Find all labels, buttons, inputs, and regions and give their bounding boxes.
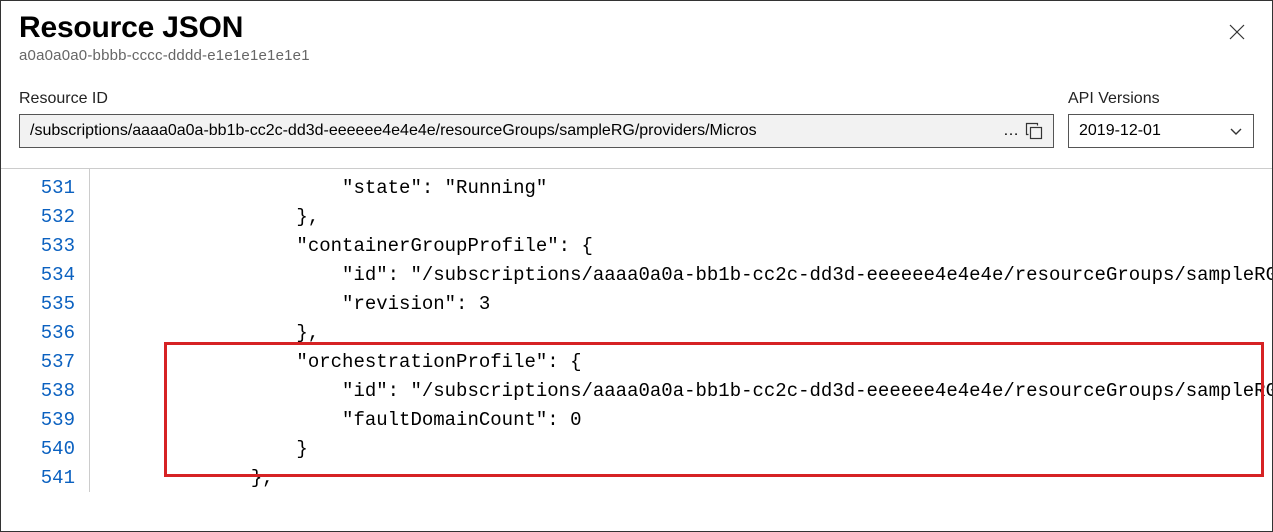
close-icon bbox=[1228, 23, 1246, 41]
code-line: 533 "containerGroupProfile": { bbox=[1, 231, 1272, 260]
line-number: 538 bbox=[1, 380, 89, 402]
code-line: 538 "id": "/subscriptions/aaaa0a0a-bb1b-… bbox=[1, 376, 1272, 405]
code-text: "revision": 3 bbox=[114, 293, 1272, 315]
code-line: 536 }, bbox=[1, 318, 1272, 347]
line-number: 536 bbox=[1, 322, 89, 344]
code-line: 537 "orchestrationProfile": { bbox=[1, 347, 1272, 376]
code-line: 539 "faultDomainCount": 0 bbox=[1, 405, 1272, 434]
resource-id-label: Resource ID bbox=[19, 90, 1054, 108]
line-number: 535 bbox=[1, 293, 89, 315]
api-versions-label: API Versions bbox=[1068, 90, 1254, 108]
code-line: 531 "state": "Running" bbox=[1, 173, 1272, 202]
resource-id-field: Resource ID /subscriptions/aaaa0a0a-bb1b… bbox=[19, 90, 1054, 148]
line-number: 541 bbox=[1, 467, 89, 489]
code-line: 532 }, bbox=[1, 202, 1272, 231]
code-text: "orchestrationProfile": { bbox=[114, 351, 1272, 373]
code-text: "containerGroupProfile": { bbox=[114, 235, 1272, 257]
resource-id-value: /subscriptions/aaaa0a0a-bb1b-cc2c-dd3d-e… bbox=[30, 122, 999, 140]
page-title: Resource JSON bbox=[19, 11, 1254, 45]
code-text: "id": "/subscriptions/aaaa0a0a-bb1b-cc2c… bbox=[114, 380, 1272, 402]
line-number: 533 bbox=[1, 235, 89, 257]
resource-id-input[interactable]: /subscriptions/aaaa0a0a-bb1b-cc2c-dd3d-e… bbox=[19, 114, 1054, 148]
line-number: 532 bbox=[1, 206, 89, 228]
code-viewer[interactable]: 531 "state": "Running"532 },533 "contain… bbox=[1, 168, 1272, 492]
code-text: "id": "/subscriptions/aaaa0a0a-bb1b-cc2c… bbox=[114, 264, 1272, 286]
copy-icon bbox=[1025, 122, 1043, 140]
close-button[interactable] bbox=[1224, 19, 1250, 45]
code-text: }, bbox=[114, 206, 1272, 228]
code-line: 541 }, bbox=[1, 463, 1272, 492]
code-line: 534 "id": "/subscriptions/aaaa0a0a-bb1b-… bbox=[1, 260, 1272, 289]
code-text: } bbox=[114, 438, 1272, 460]
code-text: }, bbox=[114, 467, 1272, 489]
line-number: 531 bbox=[1, 177, 89, 199]
api-versions-field: API Versions 2019-12-01 bbox=[1068, 90, 1254, 148]
chevron-down-icon bbox=[1229, 124, 1243, 138]
line-number: 534 bbox=[1, 264, 89, 286]
api-versions-select[interactable]: 2019-12-01 bbox=[1068, 114, 1254, 148]
line-number: 537 bbox=[1, 351, 89, 373]
api-versions-value: 2019-12-01 bbox=[1079, 122, 1161, 140]
truncated-ellipsis: … bbox=[1003, 122, 1019, 140]
code-text: "faultDomainCount": 0 bbox=[114, 409, 1272, 431]
copy-button[interactable] bbox=[1025, 122, 1043, 140]
subscription-id-subtitle: a0a0a0a0-bbbb-cccc-dddd-e1e1e1e1e1e1 bbox=[19, 47, 1254, 64]
code-line: 535 "revision": 3 bbox=[1, 289, 1272, 318]
code-text: }, bbox=[114, 322, 1272, 344]
panel-header: Resource JSON a0a0a0a0-bbbb-cccc-dddd-e1… bbox=[1, 1, 1272, 72]
line-number: 539 bbox=[1, 409, 89, 431]
line-number: 540 bbox=[1, 438, 89, 460]
code-text: "state": "Running" bbox=[114, 177, 1272, 199]
code-line: 540 } bbox=[1, 434, 1272, 463]
form-row: Resource ID /subscriptions/aaaa0a0a-bb1b… bbox=[1, 72, 1272, 148]
